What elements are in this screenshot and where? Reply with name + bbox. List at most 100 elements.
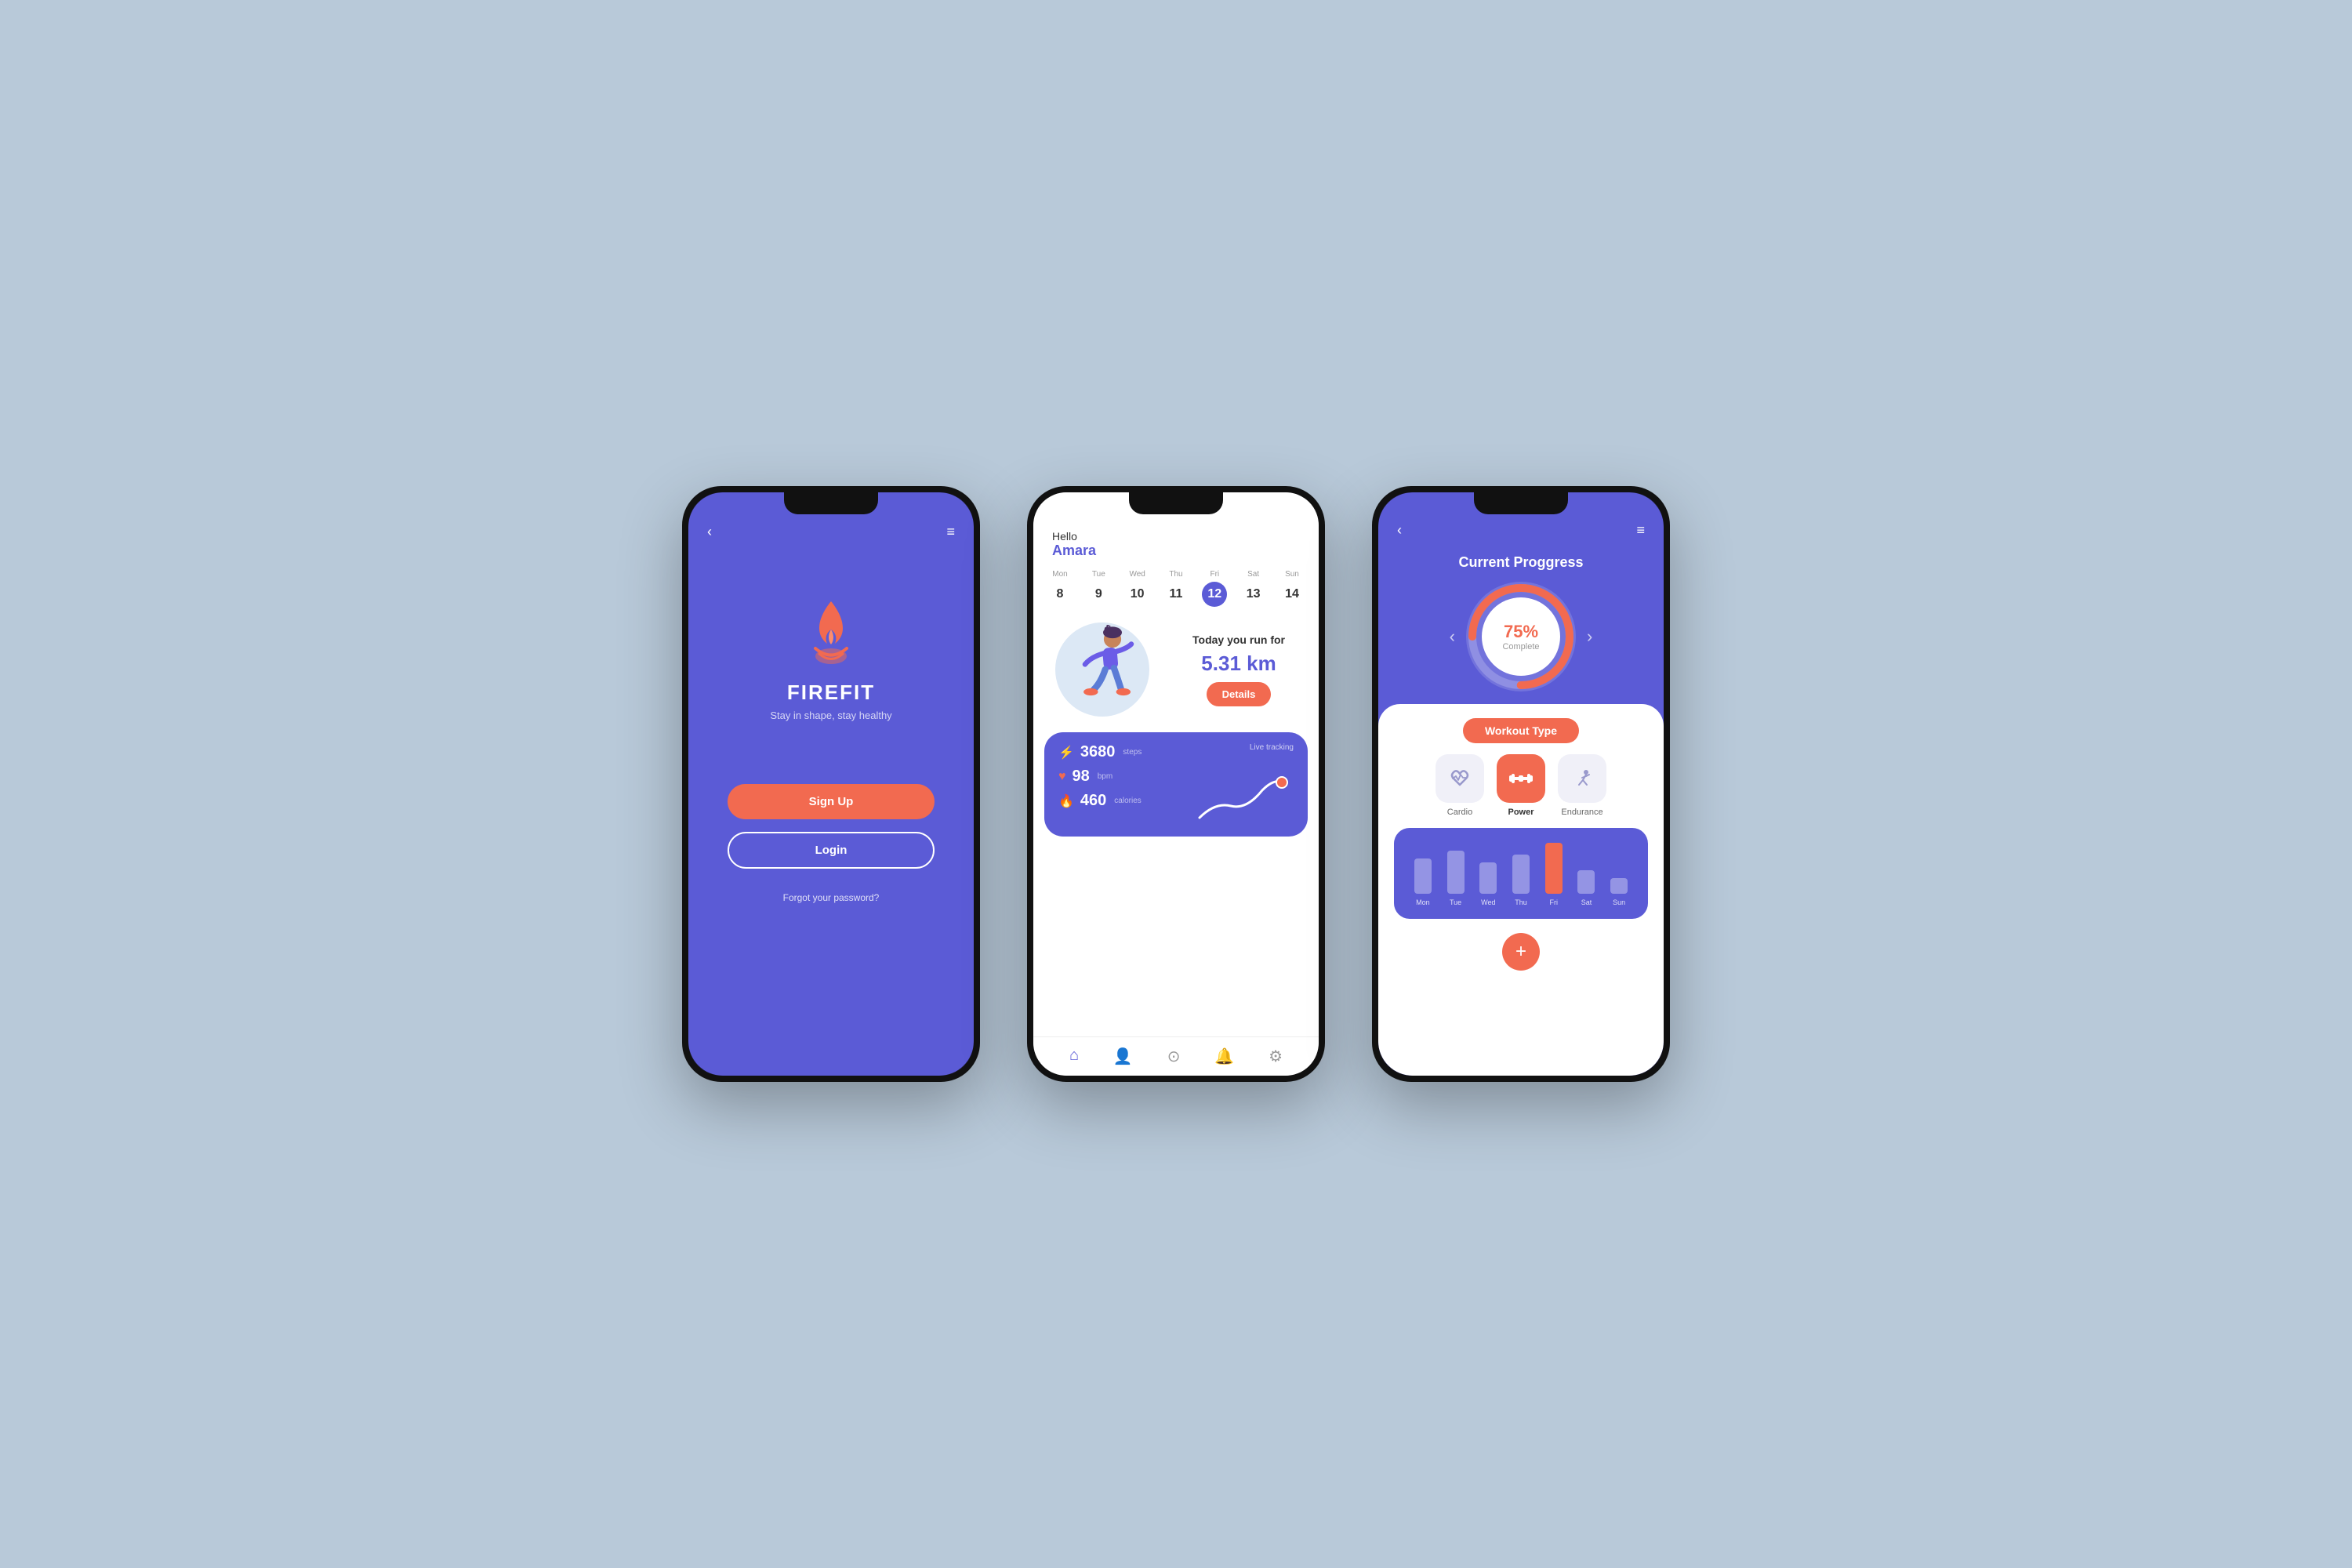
login-header: ‹ ≡ [688, 524, 974, 540]
next-arrow-icon[interactable]: › [1587, 626, 1592, 647]
nav-profile-icon[interactable]: 👤 [1113, 1047, 1133, 1066]
day-col-sun[interactable]: Sun 14 [1279, 570, 1305, 607]
cardio-label: Cardio [1447, 808, 1472, 817]
prev-arrow-icon[interactable]: ‹ [1450, 626, 1455, 647]
day-col-wed[interactable]: Wed 10 [1125, 570, 1150, 607]
app-title: FireFit [787, 681, 875, 705]
chart-day-sun: Sun [1613, 898, 1625, 906]
phone-notch-1 [784, 492, 878, 514]
add-fab-button[interactable]: + [1502, 933, 1540, 971]
bar-sat [1577, 870, 1595, 894]
cardio-icon [1449, 768, 1471, 789]
chart-day-tue: Tue [1450, 898, 1461, 906]
progress-circle-section: ‹ 75% Complete › [1450, 582, 1593, 691]
day-col-fri[interactable]: Fri 12 [1202, 570, 1227, 607]
progress-screen: ‹ ≡ Current Proggress ‹ 75% Complete [1378, 492, 1664, 1076]
day-col-thu[interactable]: Thu 11 [1163, 570, 1189, 607]
bar-mon [1414, 858, 1432, 894]
endurance-label: Endurance [1561, 808, 1602, 817]
cardio-icon-box [1436, 754, 1484, 803]
run-label: Today you run for [1173, 633, 1305, 647]
run-distance: 5.31 km [1173, 652, 1305, 676]
chart-bars [1406, 839, 1635, 894]
details-button[interactable]: Details [1207, 682, 1272, 706]
runner-figure-icon [1060, 621, 1146, 715]
power-label: Power [1508, 808, 1534, 817]
bar-col-wed [1472, 862, 1504, 894]
signup-button[interactable]: Sign Up [728, 784, 935, 819]
bpm-unit: bpm [1098, 772, 1112, 781]
day-label-col-tue: Tue [1439, 898, 1472, 906]
back-icon[interactable]: ‹ [707, 524, 712, 540]
day-num-mon: 8 [1047, 582, 1073, 607]
progress-back-icon[interactable]: ‹ [1397, 522, 1402, 539]
stats-right: Live tracking [1180, 743, 1294, 826]
nav-settings-icon[interactable]: ⚙ [1269, 1047, 1283, 1066]
forgot-password-link[interactable]: Forgot your password? [783, 892, 880, 903]
login-button[interactable]: Login [728, 832, 935, 869]
app-tagline: Stay in shape, stay healthy [770, 710, 891, 721]
day-label-tue: Tue [1092, 570, 1105, 579]
stats-left: ⚡ 3680 steps ♥ 98 bpm 🔥 460 calories [1058, 743, 1172, 826]
progress-percent: 75% [1504, 622, 1538, 642]
chart-day-mon: Mon [1416, 898, 1430, 906]
workout-endurance[interactable]: Endurance [1558, 754, 1606, 817]
login-buttons-group: Sign Up Login Forgot your password? [688, 784, 974, 903]
heart-icon: ♥ [1058, 770, 1066, 784]
bar-col-thu [1504, 855, 1537, 894]
live-tracking-label: Live tracking [1250, 743, 1294, 752]
nav-home-icon[interactable]: ⌂ [1069, 1047, 1079, 1066]
calories-icon: 🔥 [1058, 793, 1074, 809]
endurance-icon [1571, 768, 1593, 789]
workout-cardio[interactable]: Cardio [1436, 754, 1484, 817]
day-label-sun: Sun [1285, 570, 1299, 579]
bar-tue [1447, 851, 1465, 894]
progress-menu-icon[interactable]: ≡ [1636, 522, 1645, 539]
week-calendar: Mon 8 Tue 9 Wed 10 Thu 11 Fri 12 Sat 13 [1033, 559, 1319, 612]
progress-circle: 75% Complete [1466, 582, 1576, 691]
menu-icon[interactable]: ≡ [946, 524, 955, 540]
nav-timer-icon[interactable]: ⊙ [1167, 1047, 1181, 1066]
bar-thu [1512, 855, 1530, 894]
steps-row: ⚡ 3680 steps [1058, 743, 1172, 761]
day-col-mon[interactable]: Mon 8 [1047, 570, 1073, 607]
nav-bell-icon[interactable]: 🔔 [1214, 1047, 1234, 1066]
bar-wed [1479, 862, 1497, 894]
bar-fri [1545, 843, 1563, 894]
day-col-sat[interactable]: Sat 13 [1241, 570, 1266, 607]
day-label-fri: Fri [1210, 570, 1219, 579]
day-label-mon: Mon [1052, 570, 1067, 579]
circle-inner: 75% Complete [1482, 597, 1560, 676]
day-label-col-mon: Mon [1406, 898, 1439, 906]
phone-login: ‹ ≡ FireFit Stay in shape, stay healthy … [682, 486, 980, 1082]
day-label-col-sun: Sun [1602, 898, 1635, 906]
phone-notch-2 [1129, 492, 1223, 514]
day-num-sat: 13 [1241, 582, 1266, 607]
workout-card: Workout Type Cardio [1378, 704, 1664, 1076]
bpm-row: ♥ 98 bpm [1058, 768, 1172, 786]
bar-col-sat [1570, 870, 1603, 894]
day-labels-row: Mon Tue Wed Thu Fri Sat Sun [1406, 898, 1635, 906]
runner-illustration [1047, 615, 1165, 724]
circle-outer: 75% Complete [1466, 582, 1576, 691]
calories-value: 460 [1080, 792, 1106, 810]
progress-complete-label: Complete [1502, 642, 1539, 652]
day-num-fri: 12 [1202, 582, 1227, 607]
chart-day-thu: Thu [1515, 898, 1527, 906]
progress-title: Current Proggress [1458, 554, 1583, 571]
run-section: Today you run for 5.31 km Details [1033, 615, 1319, 724]
bpm-value: 98 [1073, 768, 1090, 786]
run-text-section: Today you run for 5.31 km Details [1173, 633, 1305, 706]
steps-unit: steps [1123, 748, 1142, 757]
bar-col-sun [1602, 878, 1635, 894]
bar-sun [1610, 878, 1628, 894]
workout-power[interactable]: Power [1497, 754, 1545, 817]
day-num-wed: 10 [1125, 582, 1150, 607]
calories-unit: calories [1114, 797, 1141, 805]
power-icon-box [1497, 754, 1545, 803]
power-icon [1509, 770, 1533, 787]
bottom-navigation: ⌂ 👤 ⊙ 🔔 ⚙ [1033, 1036, 1319, 1076]
day-col-tue[interactable]: Tue 9 [1086, 570, 1111, 607]
day-num-sun: 14 [1279, 582, 1305, 607]
hello-text: Hello [1052, 530, 1300, 543]
